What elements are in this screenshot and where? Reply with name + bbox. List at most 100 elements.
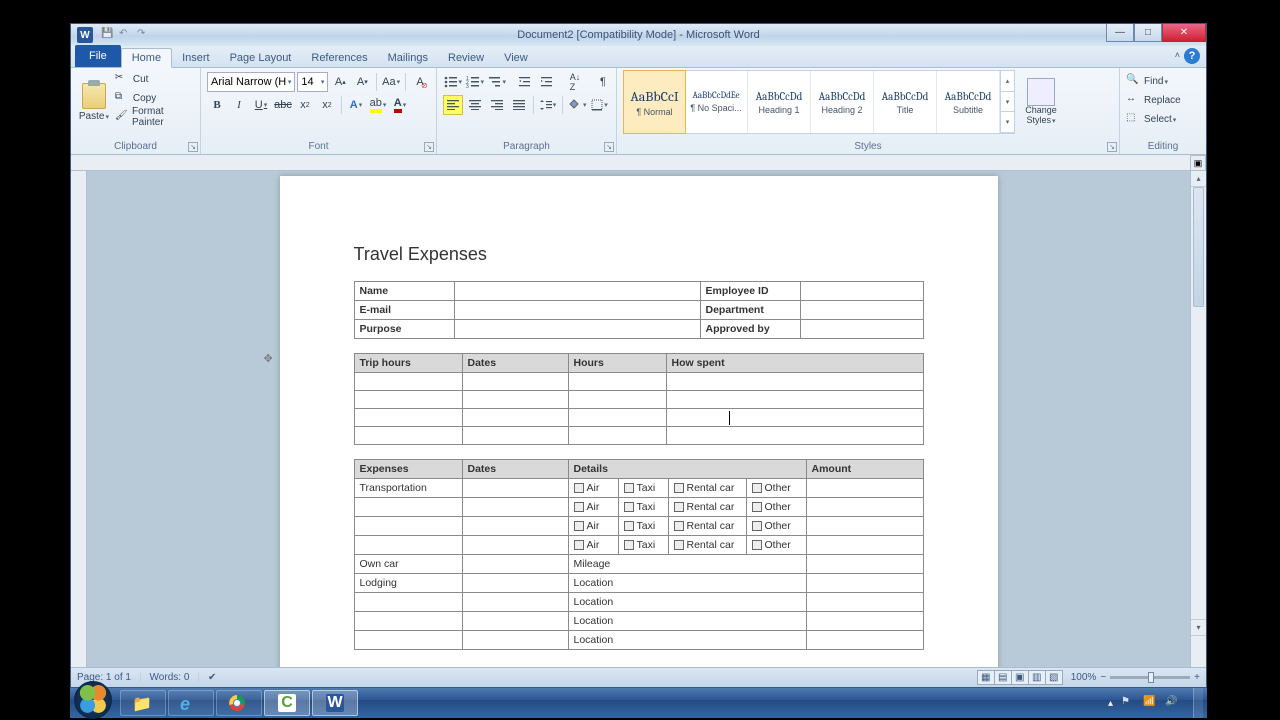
bold-button[interactable]: B xyxy=(207,95,227,115)
bullets-button[interactable] xyxy=(443,72,463,92)
cut-button[interactable]: ✂Cut xyxy=(115,70,194,88)
dialog-launcher-icon[interactable]: ↘ xyxy=(604,142,614,152)
tab-mailings[interactable]: Mailings xyxy=(378,49,438,67)
grow-font-button[interactable]: A▴ xyxy=(330,72,350,92)
info-table[interactable]: NameEmployee ID E-mailDepartment Purpose… xyxy=(354,281,924,339)
style-normal[interactable]: AaBbCcI¶ Normal xyxy=(623,70,686,134)
vertical-scrollbar[interactable]: ▴▾ xyxy=(1190,171,1206,667)
align-center-button[interactable] xyxy=(465,95,485,115)
spellcheck-icon[interactable]: ✔ xyxy=(208,672,216,683)
find-button[interactable]: 🔍Find xyxy=(1126,72,1200,90)
sort-button[interactable]: A↓Z xyxy=(565,72,585,92)
underline-button[interactable]: U xyxy=(251,95,271,115)
tray-up-icon[interactable]: ▴ xyxy=(1108,698,1113,709)
italic-button[interactable]: I xyxy=(229,95,249,115)
line-spacing-button[interactable] xyxy=(538,95,558,115)
copy-button[interactable]: ⧉Copy xyxy=(115,89,194,107)
show-desktop-button[interactable] xyxy=(1193,688,1203,718)
task-chrome[interactable] xyxy=(216,690,262,716)
expenses-table[interactable]: ExpensesDatesDetailsAmount Transportatio… xyxy=(354,459,924,650)
horizontal-ruler[interactable] xyxy=(71,155,1190,171)
shrink-font-button[interactable]: A▾ xyxy=(352,72,372,92)
minimize-ribbon-icon[interactable]: ˄ xyxy=(1175,50,1180,60)
checkbox[interactable] xyxy=(752,540,762,550)
increase-indent-button[interactable] xyxy=(537,72,557,92)
format-painter-button[interactable]: 🖌Format Painter xyxy=(115,108,194,126)
checkbox[interactable] xyxy=(674,521,684,531)
volume-icon[interactable]: 🔊 xyxy=(1165,696,1179,710)
task-camtasia[interactable]: C xyxy=(264,690,310,716)
trip-table[interactable]: Trip hoursDatesHoursHow spent xyxy=(354,353,924,445)
borders-button[interactable] xyxy=(590,95,610,115)
style-subtitle[interactable]: AaBbCcDdSubtitle xyxy=(937,71,1000,133)
tab-review[interactable]: Review xyxy=(438,49,494,67)
vertical-ruler[interactable] xyxy=(71,171,87,667)
word-count[interactable]: Words: 0 xyxy=(150,672,190,683)
change-case-button[interactable]: Aa xyxy=(381,72,401,92)
clear-formatting-button[interactable]: A⊘ xyxy=(410,72,430,92)
align-right-button[interactable] xyxy=(487,95,507,115)
tab-insert[interactable]: Insert xyxy=(172,49,220,67)
ruler-toggle[interactable]: ▣ xyxy=(1190,155,1206,171)
start-button[interactable] xyxy=(74,681,112,719)
superscript-button[interactable]: x2 xyxy=(317,95,337,115)
shading-button[interactable] xyxy=(567,95,588,115)
style-gallery[interactable]: AaBbCcI¶ Normal AaBbCcDdEe¶ No Spaci... … xyxy=(623,70,1015,134)
help-button[interactable]: ? xyxy=(1184,48,1200,64)
zoom-slider[interactable] xyxy=(1110,676,1190,679)
paste-button[interactable]: Paste xyxy=(77,70,111,134)
numbering-button[interactable]: 123 xyxy=(465,72,485,92)
style-title[interactable]: AaBbCcDdTitle xyxy=(874,71,937,133)
subscript-button[interactable]: x2 xyxy=(295,95,315,115)
checkbox[interactable] xyxy=(624,540,634,550)
task-word[interactable]: W xyxy=(312,690,358,716)
tab-file[interactable]: File xyxy=(75,45,121,67)
style-heading-1[interactable]: AaBbCcDdHeading 1 xyxy=(748,71,811,133)
font-color-button[interactable]: A xyxy=(390,95,410,115)
task-ie[interactable]: e xyxy=(168,690,214,716)
maximize-button[interactable]: □ xyxy=(1134,24,1162,42)
highlight-button[interactable]: ab xyxy=(368,95,388,115)
align-left-button[interactable] xyxy=(443,95,463,115)
view-buttons[interactable]: ▦▤▣▥▧ xyxy=(978,670,1063,685)
zoom-control[interactable]: 100% −+ xyxy=(1071,672,1200,683)
checkbox[interactable] xyxy=(752,521,762,531)
decrease-indent-button[interactable] xyxy=(515,72,535,92)
justify-button[interactable] xyxy=(509,95,529,115)
show-marks-button[interactable]: ¶ xyxy=(593,72,613,92)
checkbox[interactable] xyxy=(624,502,634,512)
checkbox[interactable] xyxy=(574,502,584,512)
dialog-launcher-icon[interactable]: ↘ xyxy=(188,142,198,152)
save-icon[interactable]: 💾 xyxy=(101,28,115,42)
font-name-combo[interactable]: Arial Narrow (H▾ xyxy=(207,72,295,92)
table-anchor-icon[interactable]: ✥ xyxy=(264,352,276,364)
strikethrough-button[interactable]: abc xyxy=(273,95,293,115)
font-size-combo[interactable]: 14▾ xyxy=(297,72,328,92)
system-tray[interactable]: ▴ ⚑ 📶 🔊 xyxy=(1108,688,1203,718)
change-styles-button[interactable]: Change Styles xyxy=(1019,70,1063,134)
checkbox[interactable] xyxy=(674,540,684,550)
style-no-spacing[interactable]: AaBbCcDdEe¶ No Spaci... xyxy=(685,71,748,133)
tab-view[interactable]: View xyxy=(494,49,538,67)
select-button[interactable]: ⬚Select xyxy=(1126,110,1200,128)
checkbox[interactable] xyxy=(752,483,762,493)
checkbox[interactable] xyxy=(574,540,584,550)
gallery-more[interactable]: ▴▾▾ xyxy=(1000,71,1014,133)
tab-page-layout[interactable]: Page Layout xyxy=(220,49,302,67)
checkbox[interactable] xyxy=(752,502,762,512)
text-effects-button[interactable]: A xyxy=(346,95,366,115)
tab-references[interactable]: References xyxy=(301,49,377,67)
document-page[interactable]: ✥ Travel Expenses NameEmployee ID E-mail… xyxy=(280,176,998,667)
checkbox[interactable] xyxy=(574,521,584,531)
checkbox[interactable] xyxy=(574,483,584,493)
close-button[interactable]: ✕ xyxy=(1162,24,1206,42)
checkbox[interactable] xyxy=(624,521,634,531)
checkbox[interactable] xyxy=(624,483,634,493)
minimize-button[interactable]: — xyxy=(1106,24,1134,42)
flag-icon[interactable]: ⚑ xyxy=(1121,696,1135,710)
tab-home[interactable]: Home xyxy=(121,48,172,68)
redo-icon[interactable]: ↷ xyxy=(137,28,151,42)
dialog-launcher-icon[interactable]: ↘ xyxy=(424,142,434,152)
undo-icon[interactable]: ↶ xyxy=(119,28,133,42)
style-heading-2[interactable]: AaBbCcDdHeading 2 xyxy=(811,71,874,133)
